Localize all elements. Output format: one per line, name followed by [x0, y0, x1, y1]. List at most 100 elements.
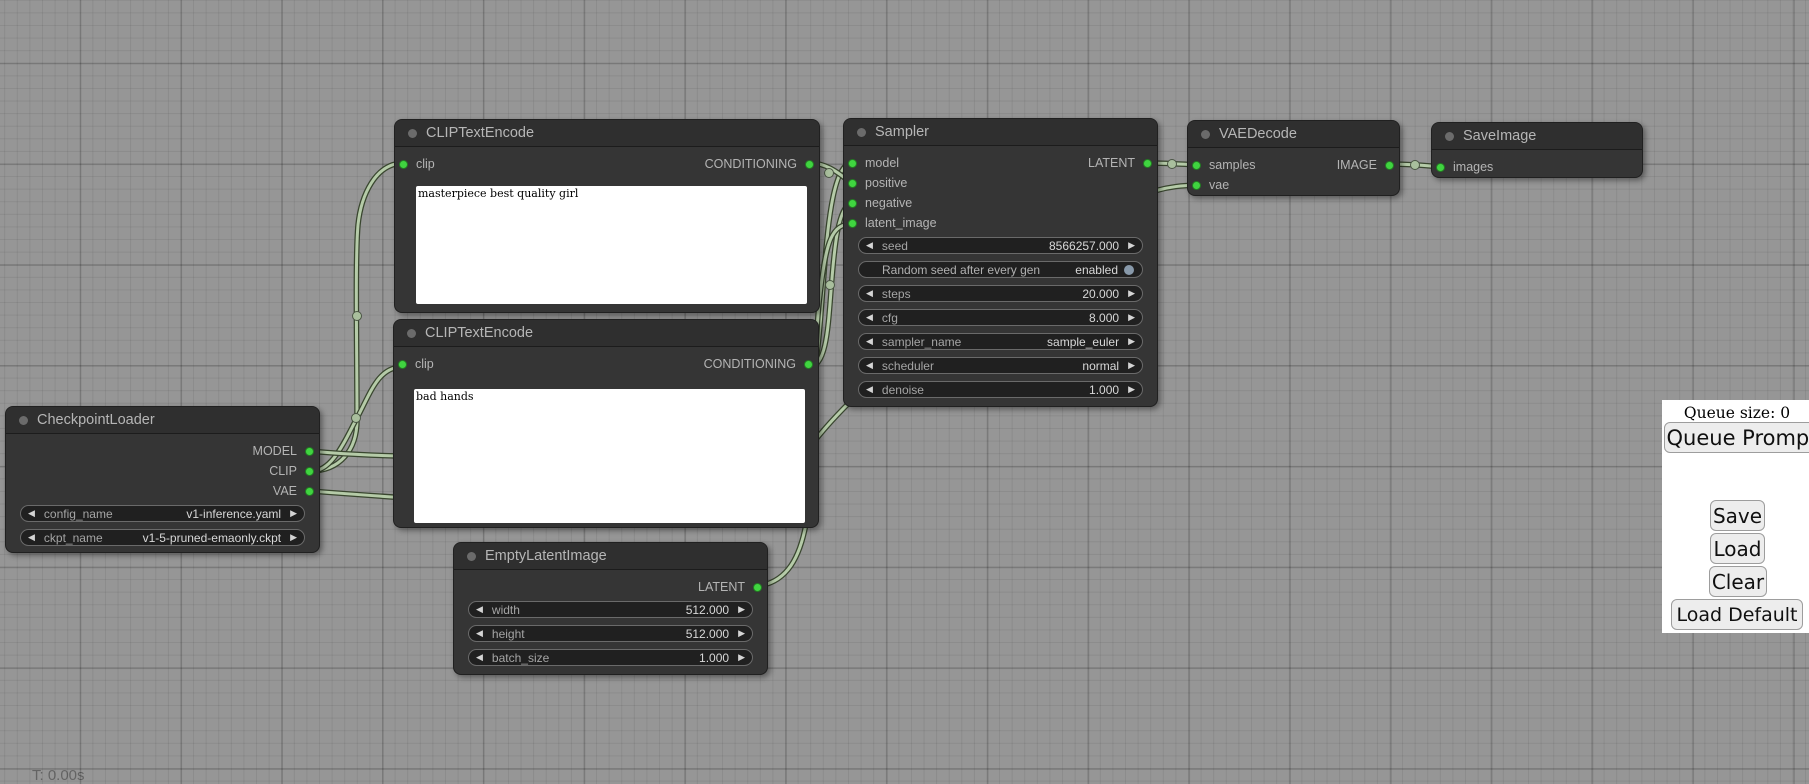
- output-slot-conditioning[interactable]: [805, 160, 814, 169]
- input-label: vae: [1209, 178, 1229, 192]
- link-center-dot[interactable]: [826, 281, 835, 290]
- next-value-arrow-icon[interactable]: ▶: [1128, 381, 1135, 398]
- next-value-arrow-icon[interactable]: ▶: [738, 625, 745, 642]
- clear-button[interactable]: Clear: [1709, 566, 1767, 597]
- prev-value-arrow-icon[interactable]: ◀: [866, 309, 873, 326]
- widget-seed[interactable]: ◀ seed 8566257.000 ▶: [858, 237, 1143, 254]
- widget-label: width: [492, 603, 520, 617]
- output-slot-vae[interactable]: [305, 487, 314, 496]
- widget-steps[interactable]: ◀ steps 20.000 ▶: [858, 285, 1143, 302]
- widget-width[interactable]: ◀ width 512.000 ▶: [468, 601, 753, 618]
- input-slot-images[interactable]: [1436, 163, 1445, 172]
- node-collapse-icon[interactable]: [407, 329, 416, 338]
- widget-denoise[interactable]: ◀ denoise 1.000 ▶: [858, 381, 1143, 398]
- widget-cfg[interactable]: ◀ cfg 8.000 ▶: [858, 309, 1143, 326]
- load-default-button[interactable]: Load Default: [1671, 599, 1803, 630]
- input-slot-clip[interactable]: [399, 160, 408, 169]
- widget-sampler-name[interactable]: ◀ sampler_name sample_euler ▶: [858, 333, 1143, 350]
- next-value-arrow-icon[interactable]: ▶: [1128, 357, 1135, 374]
- widget-value: 512.000: [686, 603, 729, 617]
- node-clip-text-encode-positive[interactable]: CLIPTextEncode clip CONDITIONING masterp…: [394, 119, 820, 313]
- node-title-bar[interactable]: CLIPTextEncode: [395, 120, 819, 147]
- node-vae-decode[interactable]: VAEDecode samples IMAGE vae: [1187, 120, 1400, 196]
- widget-value: v1-inference.yaml: [186, 507, 281, 521]
- queue-size-label: Queue size: 0: [1662, 404, 1809, 422]
- prev-value-arrow-icon[interactable]: ◀: [476, 649, 483, 666]
- node-title-bar[interactable]: CLIPTextEncode: [394, 320, 818, 347]
- prev-value-arrow-icon[interactable]: ◀: [866, 285, 873, 302]
- node-collapse-icon[interactable]: [408, 129, 417, 138]
- link-center-dot[interactable]: [825, 169, 834, 178]
- input-slot-model[interactable]: [848, 159, 857, 168]
- widget-random-seed-toggle[interactable]: Random seed after every gen enabled: [858, 261, 1143, 278]
- input-slot-latent-image[interactable]: [848, 219, 857, 228]
- node-title-bar[interactable]: SaveImage: [1432, 123, 1642, 150]
- prev-value-arrow-icon[interactable]: ◀: [28, 505, 35, 522]
- node-title-bar[interactable]: CheckpointLoader: [6, 407, 319, 434]
- node-checkpoint-loader[interactable]: CheckpointLoader MODEL CLIP VAE ◀ config…: [5, 406, 320, 553]
- prev-value-arrow-icon[interactable]: ◀: [866, 357, 873, 374]
- prev-value-arrow-icon[interactable]: ◀: [476, 625, 483, 642]
- output-slot-latent[interactable]: [753, 583, 762, 592]
- next-value-arrow-icon[interactable]: ▶: [1128, 309, 1135, 326]
- output-slot-conditioning[interactable]: [804, 360, 813, 369]
- link-center-dot[interactable]: [353, 312, 362, 321]
- node-title-bar[interactable]: Sampler: [844, 119, 1157, 146]
- node-collapse-icon[interactable]: [1445, 132, 1454, 141]
- queue-prompt-button[interactable]: Queue Prompt: [1664, 422, 1809, 453]
- input-slot-vae[interactable]: [1192, 181, 1201, 190]
- widget-batch-size[interactable]: ◀ batch_size 1.000 ▶: [468, 649, 753, 666]
- input-slot-clip[interactable]: [398, 360, 407, 369]
- save-button[interactable]: Save: [1710, 500, 1765, 531]
- widget-config-name[interactable]: ◀ config_name v1-inference.yaml ▶: [20, 505, 305, 522]
- positive-prompt-textarea[interactable]: masterpiece best quality girl: [416, 186, 807, 304]
- widget-scheduler[interactable]: ◀ scheduler normal ▶: [858, 357, 1143, 374]
- widget-ckpt-name[interactable]: ◀ ckpt_name v1-5-pruned-emaonly.ckpt ▶: [20, 529, 305, 546]
- input-slot-positive[interactable]: [848, 179, 857, 188]
- next-value-arrow-icon[interactable]: ▶: [738, 649, 745, 666]
- output-label: CLIP: [269, 464, 297, 478]
- next-value-arrow-icon[interactable]: ▶: [290, 529, 297, 546]
- node-title: SaveImage: [1463, 128, 1536, 144]
- prev-value-arrow-icon[interactable]: ◀: [28, 529, 35, 546]
- widget-label: sampler_name: [882, 335, 961, 349]
- output-slot-clip[interactable]: [305, 467, 314, 476]
- link-center-dot[interactable]: [1411, 161, 1420, 170]
- prev-value-arrow-icon[interactable]: ◀: [866, 381, 873, 398]
- node-clip-text-encode-negative[interactable]: CLIPTextEncode clip CONDITIONING bad han…: [393, 319, 819, 528]
- input-slot-negative[interactable]: [848, 199, 857, 208]
- widget-label: steps: [882, 287, 911, 301]
- input-label: positive: [865, 176, 907, 190]
- negative-prompt-textarea[interactable]: bad hands: [414, 389, 805, 523]
- toggle-on-icon[interactable]: [1124, 265, 1134, 275]
- node-title-bar[interactable]: VAEDecode: [1188, 121, 1399, 148]
- widget-height[interactable]: ◀ height 512.000 ▶: [468, 625, 753, 642]
- link-center-dot[interactable]: [1168, 160, 1177, 169]
- node-title-bar[interactable]: EmptyLatentImage: [454, 543, 767, 570]
- node-collapse-icon[interactable]: [467, 552, 476, 561]
- node-save-image[interactable]: SaveImage images: [1431, 122, 1643, 178]
- prev-value-arrow-icon[interactable]: ◀: [866, 333, 873, 350]
- input-slot-samples[interactable]: [1192, 161, 1201, 170]
- widget-value: sample_euler: [1047, 335, 1119, 349]
- node-collapse-icon[interactable]: [19, 416, 28, 425]
- node-collapse-icon[interactable]: [1201, 130, 1210, 139]
- load-button[interactable]: Load: [1710, 533, 1765, 564]
- next-value-arrow-icon[interactable]: ▶: [290, 505, 297, 522]
- next-value-arrow-icon[interactable]: ▶: [738, 601, 745, 618]
- next-value-arrow-icon[interactable]: ▶: [1128, 285, 1135, 302]
- link-center-dot[interactable]: [352, 414, 361, 423]
- node-sampler[interactable]: Sampler model LATENT positive negative l…: [843, 118, 1158, 407]
- next-value-arrow-icon[interactable]: ▶: [1128, 237, 1135, 254]
- output-slot-latent[interactable]: [1143, 159, 1152, 168]
- node-empty-latent-image[interactable]: EmptyLatentImage LATENT ◀ width 512.000 …: [453, 542, 768, 675]
- node-collapse-icon[interactable]: [857, 128, 866, 137]
- widget-label: config_name: [44, 507, 113, 521]
- prev-value-arrow-icon[interactable]: ◀: [866, 237, 873, 254]
- output-slot-model[interactable]: [305, 447, 314, 456]
- prev-value-arrow-icon[interactable]: ◀: [476, 601, 483, 618]
- next-value-arrow-icon[interactable]: ▶: [1128, 333, 1135, 350]
- input-label: clip: [415, 357, 434, 371]
- output-slot-image[interactable]: [1385, 161, 1394, 170]
- comfyui-canvas[interactable]: { "canvas": { "status_text": "T: 0.00s" …: [0, 0, 1809, 782]
